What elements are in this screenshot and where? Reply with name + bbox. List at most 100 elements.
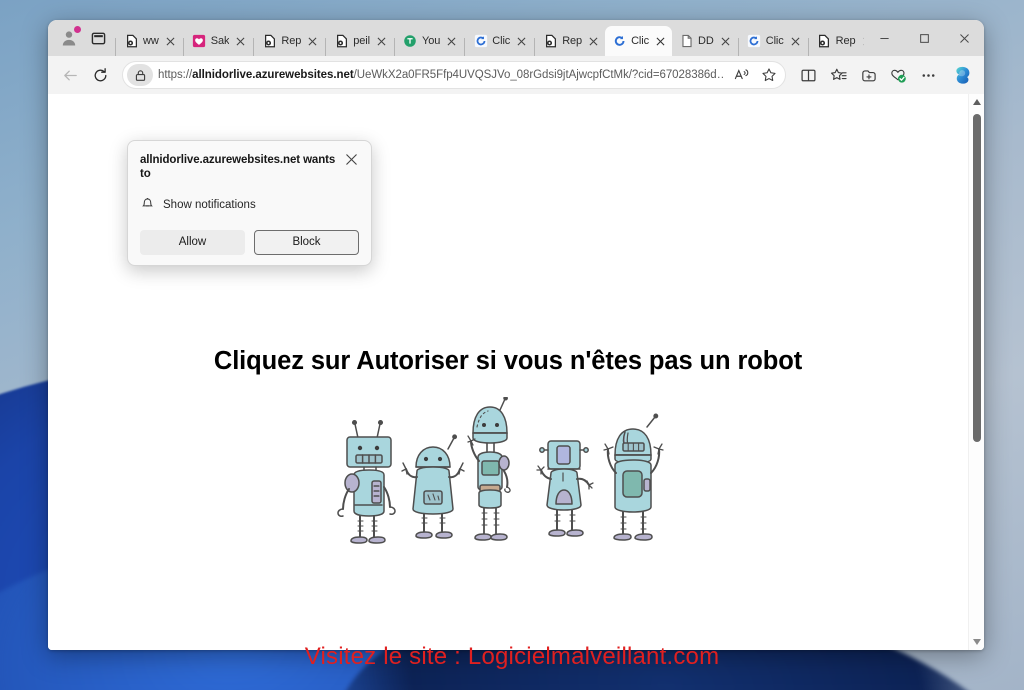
tab-title: Rep [835, 35, 856, 47]
close-icon[interactable] [514, 34, 529, 49]
scroll-up-button[interactable] [969, 94, 985, 110]
refresh-button[interactable] [86, 61, 114, 89]
scroll-thumb[interactable] [972, 114, 981, 442]
tab-actions-button[interactable] [86, 26, 110, 50]
tab-title: Rep [562, 35, 583, 47]
close-icon[interactable] [343, 151, 359, 167]
tab-separator [393, 38, 395, 56]
browser-tab[interactable]: Sak [185, 26, 253, 56]
read-aloud-button[interactable] [729, 63, 754, 88]
document-icon [543, 34, 558, 49]
close-icon[interactable] [233, 34, 248, 49]
browser-tab[interactable]: Rep [536, 26, 605, 56]
allow-button[interactable]: Allow [140, 229, 245, 255]
tab-separator [182, 38, 184, 56]
browser-tab[interactable]: Rep [255, 26, 324, 56]
site-information-button[interactable] [127, 64, 153, 86]
profile-avatar[interactable] [58, 26, 81, 49]
close-icon[interactable] [860, 34, 864, 49]
browser-tab[interactable]: You [396, 26, 463, 56]
window-controls [864, 20, 984, 56]
permission-dialog-title: allnidorlive.azurewebsites.net wants to [140, 154, 336, 181]
browser-toolbar: https://allnidorlive.azurewebsites.net/U… [48, 56, 984, 94]
chevron-up-icon [972, 99, 981, 105]
add-tab-group-button[interactable] [854, 61, 882, 89]
page-icon [679, 34, 694, 49]
tab-actions-icon [91, 32, 105, 44]
heart-icon [192, 34, 207, 49]
read-aloud-icon [734, 69, 748, 80]
url-domain: allnidorlive.azurewebsites.net [192, 69, 354, 81]
document-icon [334, 34, 349, 49]
vertical-scrollbar[interactable] [968, 94, 984, 650]
tab-title: peil [353, 35, 370, 47]
shopping-check-icon [891, 69, 906, 83]
notification-permission-dialog[interactable]: allnidorlive.azurewebsites.net wants to [127, 140, 372, 266]
browser-tab[interactable]: Clic [740, 26, 807, 56]
close-window-button[interactable] [944, 20, 984, 56]
address-bar-actions [729, 63, 781, 88]
permission-request-label: Show notifications [163, 198, 256, 211]
minimize-button[interactable] [864, 20, 904, 56]
document-icon [817, 34, 832, 49]
bell-icon [140, 195, 155, 215]
add-tab-group-icon [861, 69, 876, 81]
browser-tab[interactable]: Rep [810, 26, 864, 56]
close-icon [959, 33, 969, 43]
back-button[interactable] [56, 61, 84, 89]
refresh-icon [94, 67, 106, 81]
tab-separator [253, 38, 255, 56]
tab-separator [325, 38, 327, 56]
desktop: ww Sak Rep peil You Clic Rep Clic DD Cli… [0, 0, 1024, 690]
close-icon[interactable] [444, 34, 459, 49]
browser-titlebar: ww Sak Rep peil You Clic Rep Clic DD Cli… [48, 20, 984, 56]
minimize-icon [879, 37, 889, 39]
tab-title: Clic [492, 35, 511, 47]
copilot-button[interactable] [948, 61, 976, 89]
browser-tab[interactable]: peil [327, 26, 393, 56]
document-icon [124, 34, 139, 49]
scroll-track[interactable] [969, 110, 985, 634]
close-icon[interactable] [718, 34, 733, 49]
tab-title: Sak [210, 35, 230, 47]
document-icon [262, 34, 277, 49]
refresh-icon [747, 34, 762, 49]
titlebar-left-controls [48, 20, 114, 56]
tab-separator [737, 38, 739, 56]
permission-dialog-actions: Allow Block [140, 229, 359, 255]
close-icon[interactable] [788, 34, 803, 49]
refresh-icon [473, 34, 488, 49]
close-icon[interactable] [374, 34, 389, 49]
url-path: /UeWkX2a0FR5Ffp4UVQSJVo_08rGdsi9jtAjwcpf… [353, 69, 724, 81]
collections-button[interactable] [824, 61, 852, 89]
tab-title: Clic [765, 35, 784, 47]
shopping-button[interactable] [884, 61, 912, 89]
maximize-icon [919, 33, 929, 43]
close-icon[interactable] [163, 34, 178, 49]
tabstrip: ww Sak Rep peil You Clic Rep Clic DD Cli… [114, 20, 864, 56]
robots-svg [336, 397, 664, 544]
browser-tab[interactable]: DD [672, 26, 737, 56]
permission-request-row: Show notifications [140, 195, 359, 215]
browser-window: ww Sak Rep peil You Clic Rep Clic DD Cli… [48, 20, 984, 650]
address-bar[interactable]: https://allnidorlive.azurewebsites.net/U… [122, 61, 786, 89]
favorite-button[interactable] [756, 63, 781, 88]
circle-icon [403, 34, 418, 49]
favorites-list-icon [830, 68, 847, 80]
tab-title: ww [143, 35, 159, 47]
browser-tab-active[interactable]: Clic [605, 26, 673, 56]
split-screen-icon [800, 69, 816, 81]
page-title: Cliquez sur Autoriser si vous n'êtes pas… [213, 347, 803, 375]
back-arrow-icon [63, 69, 77, 81]
close-icon[interactable] [305, 34, 320, 49]
lock-icon [135, 69, 145, 81]
maximize-button[interactable] [904, 20, 944, 56]
settings-and-more-button[interactable] [914, 61, 942, 89]
split-screen-button[interactable] [794, 61, 822, 89]
browser-tab[interactable]: ww [117, 26, 182, 56]
close-icon[interactable] [653, 34, 668, 49]
tab-separator [534, 38, 536, 56]
close-icon[interactable] [586, 34, 601, 49]
browser-tab[interactable]: Clic [466, 26, 533, 56]
block-button[interactable]: Block [254, 229, 359, 255]
